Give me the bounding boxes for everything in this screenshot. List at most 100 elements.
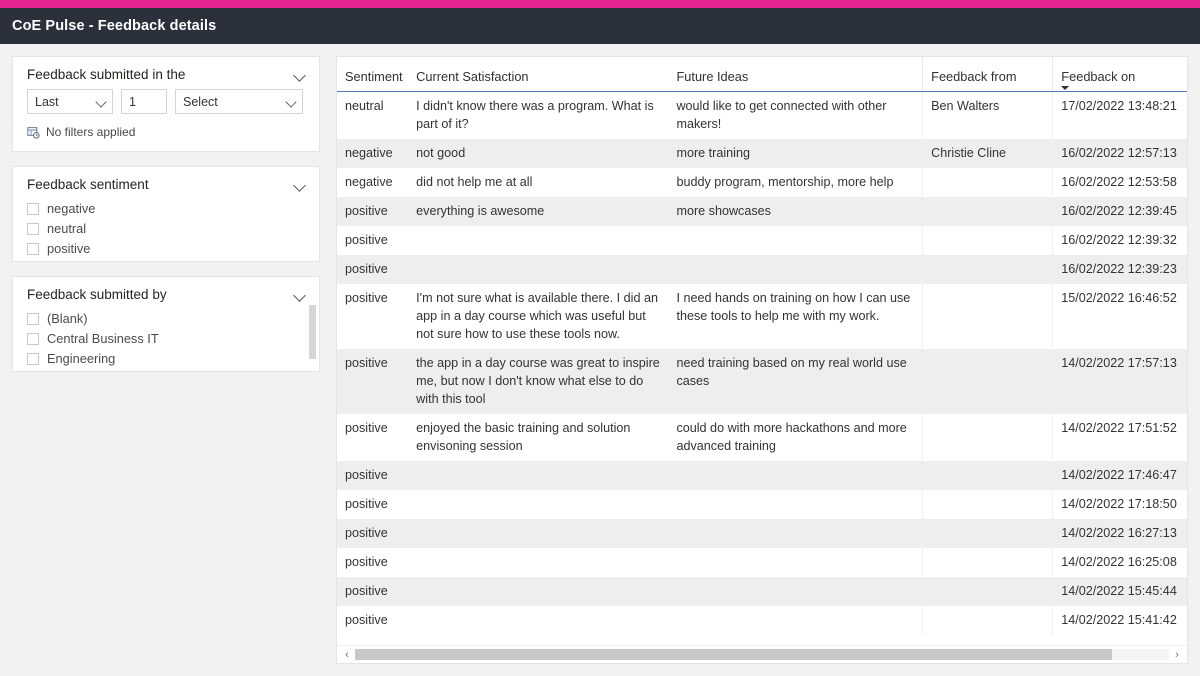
checkbox-icon[interactable]: [27, 202, 39, 215]
cell-future-ideas: [668, 577, 923, 606]
sentiment-option-neutral[interactable]: neutral: [27, 219, 307, 238]
cell-current-satisfaction: [408, 255, 669, 284]
checkbox-icon[interactable]: [27, 352, 39, 365]
cell-feedback-from: [922, 226, 1053, 255]
table-row[interactable]: positive the app in a day course was gre…: [337, 349, 1187, 414]
sort-descending-icon: [1061, 86, 1070, 90]
feedback-table-panel: Sentiment Current Satisfaction Future Id…: [336, 56, 1188, 664]
filter-status: No filters applied: [27, 125, 307, 139]
chevron-right-icon[interactable]: ›: [1169, 647, 1185, 663]
table-horizontal-scrollbar[interactable]: ‹ ›: [337, 645, 1187, 663]
submitter-option-label: Engineering: [47, 351, 116, 366]
cell-future-ideas: would like to get connected with other m…: [676, 99, 887, 131]
cell-sentiment: positive: [337, 577, 409, 606]
chevron-down-icon[interactable]: [293, 68, 307, 82]
table-row[interactable]: neutral I didn't know there was a progra…: [337, 91, 1187, 139]
cell-current-satisfaction: [408, 490, 668, 519]
table-row[interactable]: positive enjoyed the basic training and …: [337, 414, 1187, 461]
cell-current-satisfaction: [408, 548, 668, 577]
cell-current-satisfaction: everything is awesome: [408, 197, 669, 226]
cell-feedback-from: [922, 548, 1053, 577]
chevron-down-icon[interactable]: [293, 288, 307, 302]
filter-card-period-title: Feedback submitted in the: [27, 67, 186, 82]
table-row[interactable]: positive 14/02/2022 16:27:13: [337, 519, 1187, 548]
table-row[interactable]: positive everything is awesome more show…: [337, 197, 1187, 226]
cell-feedback-on: 16/02/2022 12:57:13: [1052, 139, 1187, 168]
table-row[interactable]: negative not good more training Christie…: [337, 139, 1187, 168]
cell-feedback-on: 16/02/2022 12:39:23: [1052, 255, 1187, 284]
submitter-list-scrollbar[interactable]: [309, 305, 316, 359]
cell-sentiment: positive: [345, 291, 388, 305]
table-row[interactable]: positive 14/02/2022 15:45:44: [337, 577, 1187, 606]
cell-sentiment: positive: [337, 349, 409, 414]
filter-card-submitter-header: Feedback submitted by: [27, 287, 307, 302]
cell-feedback-on: 14/02/2022 16:27:13: [1052, 519, 1187, 548]
range-unit-dropdown[interactable]: Select: [175, 89, 303, 114]
cell-feedback-on: 14/02/2022 17:46:47: [1052, 461, 1187, 490]
column-header-feedback-on-label: Feedback on: [1061, 69, 1136, 84]
cell-feedback-on: 16/02/2022 12:53:58: [1052, 168, 1187, 197]
title-bar: CoE Pulse - Feedback details: [0, 8, 1200, 44]
sentiment-checkbox-list: negative neutral positive: [27, 199, 307, 258]
cell-sentiment: positive: [345, 421, 388, 435]
checkbox-icon[interactable]: [27, 312, 39, 325]
cell-feedback-on: 14/02/2022 17:18:50: [1052, 490, 1187, 519]
cell-feedback-from: [922, 519, 1053, 548]
cell-current-satisfaction: [408, 226, 668, 255]
chevron-down-icon: [95, 96, 107, 108]
cell-current-satisfaction: enjoyed the basic training and solution …: [416, 421, 631, 453]
column-header-feedback-on[interactable]: Feedback on: [1052, 57, 1187, 92]
table-row[interactable]: positive 14/02/2022 16:25:08: [337, 548, 1187, 577]
sentiment-option-positive[interactable]: positive: [27, 239, 307, 258]
cell-future-ideas: could do with more hackathons and more a…: [676, 421, 907, 453]
cell-sentiment: negative: [337, 139, 409, 168]
column-header-feedback-from[interactable]: Feedback from: [922, 57, 1053, 92]
submitter-option-engineering[interactable]: Engineering: [27, 349, 307, 368]
range-value-input[interactable]: 1: [121, 89, 167, 114]
filter-card-sentiment-header: Feedback sentiment: [27, 177, 307, 192]
cell-feedback-from: [922, 414, 1053, 461]
table-row[interactable]: positive 14/02/2022 15:41:42: [337, 606, 1187, 635]
chevron-left-icon[interactable]: ‹: [339, 647, 355, 663]
cell-future-ideas: more showcases: [668, 197, 923, 226]
cell-future-ideas: [668, 606, 922, 635]
checkbox-icon[interactable]: [27, 242, 39, 255]
cell-feedback-on: 17/02/2022 13:48:21: [1052, 91, 1187, 139]
table-row[interactable]: negative did not help me at all buddy pr…: [337, 168, 1187, 197]
checkbox-icon[interactable]: [27, 332, 39, 345]
scrollbar-thumb[interactable]: [355, 649, 1113, 660]
cell-feedback-from: [922, 606, 1053, 635]
submitter-option-executive-management[interactable]: Executive Management: [27, 369, 307, 372]
range-mode-dropdown[interactable]: Last: [27, 89, 113, 114]
sentiment-option-negative[interactable]: negative: [27, 199, 307, 218]
sentiment-option-label: positive: [47, 241, 91, 256]
column-header-sentiment[interactable]: Sentiment: [337, 57, 409, 92]
cell-current-satisfaction: [408, 461, 669, 490]
table-row[interactable]: positive I'm not sure what is available …: [337, 284, 1187, 349]
sentiment-option-label: negative: [47, 201, 96, 216]
cell-current-satisfaction: I didn't know there was a program. What …: [416, 99, 654, 131]
scrollbar-track[interactable]: [355, 649, 1169, 660]
column-header-future-ideas[interactable]: Future Ideas: [668, 57, 923, 92]
submitter-option-blank[interactable]: (Blank): [27, 309, 307, 328]
table-row[interactable]: positive 14/02/2022 17:46:47: [337, 461, 1187, 490]
table-row[interactable]: positive 16/02/2022 12:39:32: [337, 226, 1187, 255]
filter-card-period-header: Feedback submitted in the: [27, 67, 307, 82]
submitter-option-label: Executive Management: [47, 371, 181, 372]
range-value-text: 1: [129, 94, 136, 109]
filter-card-submitter: Feedback submitted by (Blank) Central Bu…: [12, 276, 320, 372]
column-header-current-satisfaction[interactable]: Current Satisfaction: [408, 57, 669, 92]
feedback-table: Sentiment Current Satisfaction Future Id…: [337, 57, 1187, 635]
cell-feedback-from: Ben Walters: [922, 91, 1053, 139]
cell-future-ideas: [668, 519, 923, 548]
submitter-option-central-business-it[interactable]: Central Business IT: [27, 329, 307, 348]
chevron-down-icon[interactable]: [293, 178, 307, 192]
table-row[interactable]: positive 16/02/2022 12:39:23: [337, 255, 1187, 284]
cell-feedback-from: [922, 168, 1053, 197]
checkbox-icon[interactable]: [27, 222, 39, 235]
cell-current-satisfaction: not good: [408, 139, 669, 168]
table-row[interactable]: positive 14/02/2022 17:18:50: [337, 490, 1187, 519]
cell-feedback-from: [922, 255, 1053, 284]
feedback-table-scroll-area: Sentiment Current Satisfaction Future Id…: [337, 57, 1187, 645]
filter-card-sentiment: Feedback sentiment negative neutral posi…: [12, 166, 320, 262]
